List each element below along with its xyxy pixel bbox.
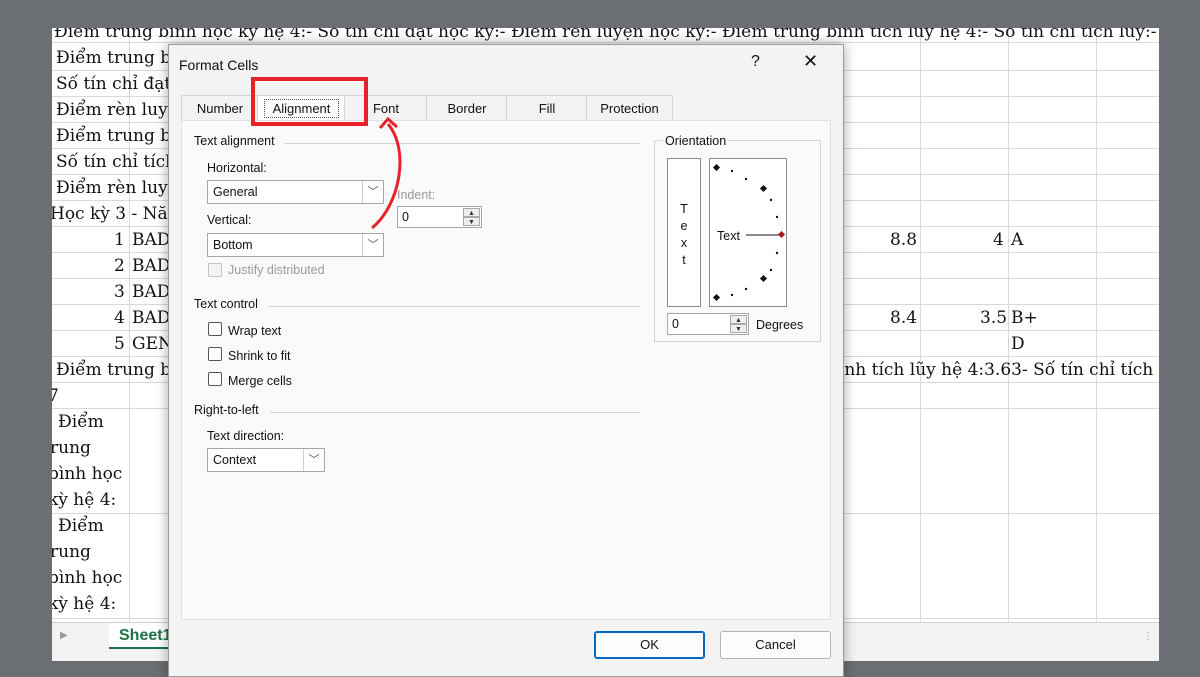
section-orientation: Orientation bbox=[663, 134, 729, 148]
annotation-arrow-icon bbox=[371, 116, 402, 230]
